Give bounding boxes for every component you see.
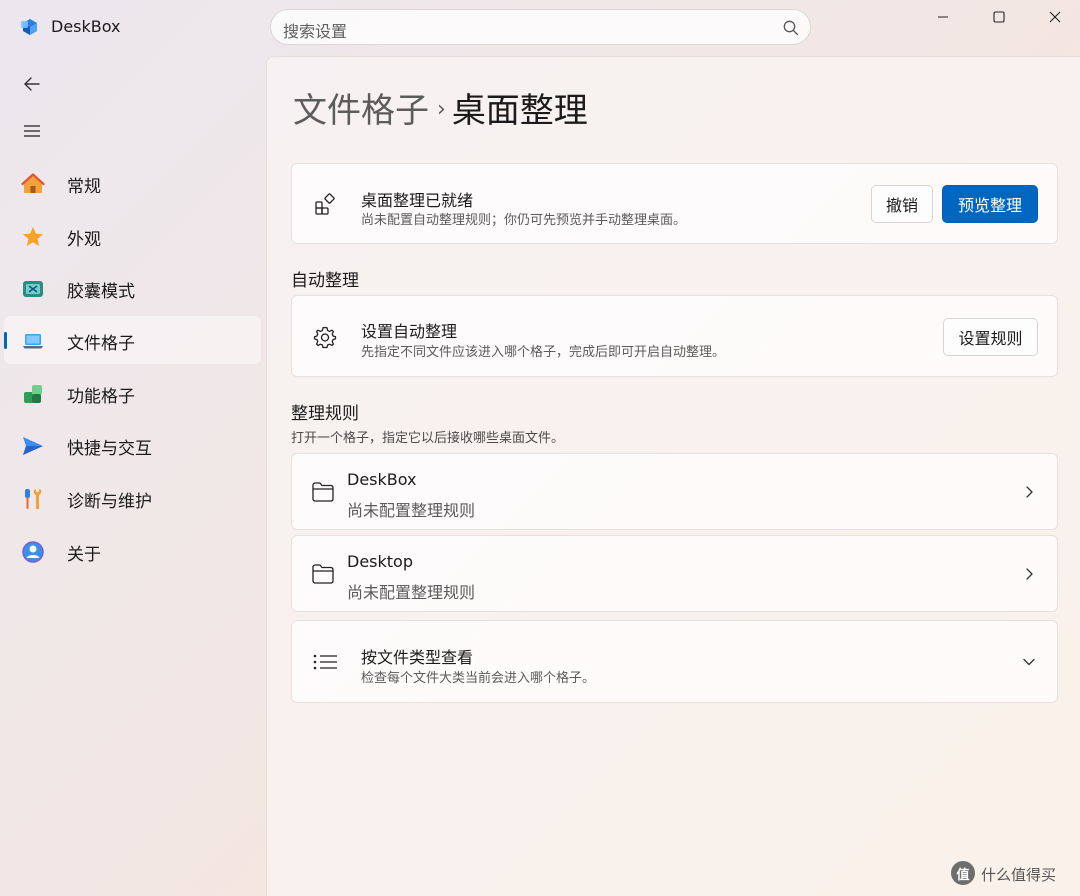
sidebar-item-label: 外观 [67, 230, 101, 250]
search-icon[interactable] [782, 19, 800, 37]
sidebar-item-general[interactable]: 常规 [4, 159, 261, 207]
app-title: DeskBox [51, 17, 121, 36]
search-box[interactable]: 搜索设置 [270, 9, 811, 45]
fence-status: 尚未配置整理规则 [347, 583, 476, 602]
menu-toggle-button[interactable] [18, 117, 46, 145]
minimize-icon [938, 16, 948, 18]
breadcrumb-separator-icon: › [437, 97, 446, 122]
preview-organize-button[interactable]: 预览整理 [942, 185, 1038, 223]
file-type-description: 检查每个文件大类当前会进入哪个格子。 [361, 671, 596, 686]
status-description: 尚未配置自动整理规则；你仍可先预览并手动整理桌面。 [361, 213, 687, 228]
watermark-badge: 值 [951, 861, 975, 885]
hamburger-icon [24, 125, 40, 137]
tools-icon [25, 489, 42, 509]
back-arrow-icon [24, 77, 40, 91]
rules-subtitle: 打开一个格子，指定它以后接收哪些桌面文件。 [291, 431, 565, 446]
watermark: 值 什么值得买 [951, 861, 1076, 887]
blocks-icon [24, 385, 42, 403]
sidebar-item-label: 诊断与维护 [67, 492, 152, 512]
selection-indicator [4, 332, 7, 349]
minimize-button[interactable] [920, 4, 966, 30]
close-button[interactable] [1032, 4, 1078, 30]
list-icon [312, 649, 338, 675]
file-type-title: 按文件类型查看 [361, 648, 474, 667]
sidebar-item-appearance[interactable]: 外观 [4, 212, 261, 260]
star-icon [23, 227, 43, 246]
set-rules-button[interactable]: 设置规则 [943, 318, 1038, 356]
deskbox-logo-icon [21, 19, 37, 35]
auto-organize-card: 设置自动整理 先指定不同文件应该进入哪个格子，完成后即可开启自动整理。 设置规则 [291, 295, 1058, 377]
close-icon [1049, 11, 1061, 23]
sidebar-item-file-fences[interactable]: 文件格子 [4, 316, 261, 364]
sidebar-item-label: 常规 [67, 177, 101, 197]
folder-icon [310, 479, 336, 505]
search-input[interactable]: 搜索设置 [283, 18, 347, 42]
sidebar-item-about[interactable]: 关于 [4, 527, 261, 575]
breadcrumb: 文件格子 › 桌面整理 [293, 83, 588, 132]
maximize-icon [993, 11, 1005, 23]
sidebar-item-label: 功能格子 [67, 387, 135, 407]
sidebar-item-capsule-mode[interactable]: 胶囊模式 [4, 264, 261, 312]
auto-organize-description: 先指定不同文件应该进入哪个格子，完成后即可开启自动整理。 [361, 345, 726, 360]
auto-organize-title: 设置自动整理 [361, 322, 458, 341]
fence-status: 尚未配置整理规则 [347, 501, 476, 520]
watermark-text: 什么值得买 [981, 866, 1057, 884]
sidebar-item-diagnostics[interactable]: 诊断与维护 [4, 474, 261, 522]
chevron-right-icon [1026, 486, 1033, 498]
back-button[interactable] [18, 70, 46, 98]
apps-add-icon [312, 191, 338, 217]
sidebar-item-label: 胶囊模式 [67, 282, 135, 302]
title-bar: DeskBox 搜索设置 [0, 0, 1080, 56]
home-icon [21, 173, 45, 193]
file-type-expander[interactable]: 按文件类型查看 检查每个文件大类当前会进入哪个格子。 [291, 620, 1058, 703]
status-title: 桌面整理已就绪 [361, 191, 474, 210]
sidebar-item-label: 快捷与交互 [67, 439, 152, 459]
info-icon [22, 541, 44, 563]
rules-heading: 整理规则 [291, 404, 359, 424]
chevron-down-icon [1023, 658, 1035, 666]
send-icon [23, 437, 43, 455]
sidebar-item-label: 文件格子 [67, 334, 135, 354]
status-card: 桌面整理已就绪 尚未配置自动整理规则；你仍可先预览并手动整理桌面。 撤销 预览整… [291, 163, 1058, 244]
sidebar-item-feature-fences[interactable]: 功能格子 [4, 369, 261, 417]
auto-organize-heading: 自动整理 [291, 271, 359, 291]
fence-item-desktop[interactable]: Desktop 尚未配置整理规则 [291, 535, 1058, 612]
fence-item-deskbox[interactable]: DeskBox 尚未配置整理规则 [291, 453, 1058, 530]
breadcrumb-parent[interactable]: 文件格子 [293, 91, 429, 131]
maximize-button[interactable] [976, 4, 1022, 30]
sidebar-item-label: 关于 [67, 545, 101, 565]
settings-content-panel: 文件格子 › 桌面整理 桌面整理已就绪 尚未配置自动整理规则；你仍可先预览并手动整理… [266, 56, 1080, 896]
gear-icon [312, 324, 338, 350]
sidebar-item-shortcuts[interactable]: 快捷与交互 [4, 421, 261, 469]
page-title: 桌面整理 [451, 91, 588, 131]
undo-button[interactable]: 撤销 [871, 185, 933, 223]
capsule-icon [23, 281, 43, 297]
folder-icon [310, 561, 336, 587]
fence-name: Desktop [347, 552, 413, 571]
fence-name: DeskBox [347, 470, 417, 489]
chevron-right-icon [1026, 568, 1033, 580]
laptop-icon [23, 334, 43, 349]
